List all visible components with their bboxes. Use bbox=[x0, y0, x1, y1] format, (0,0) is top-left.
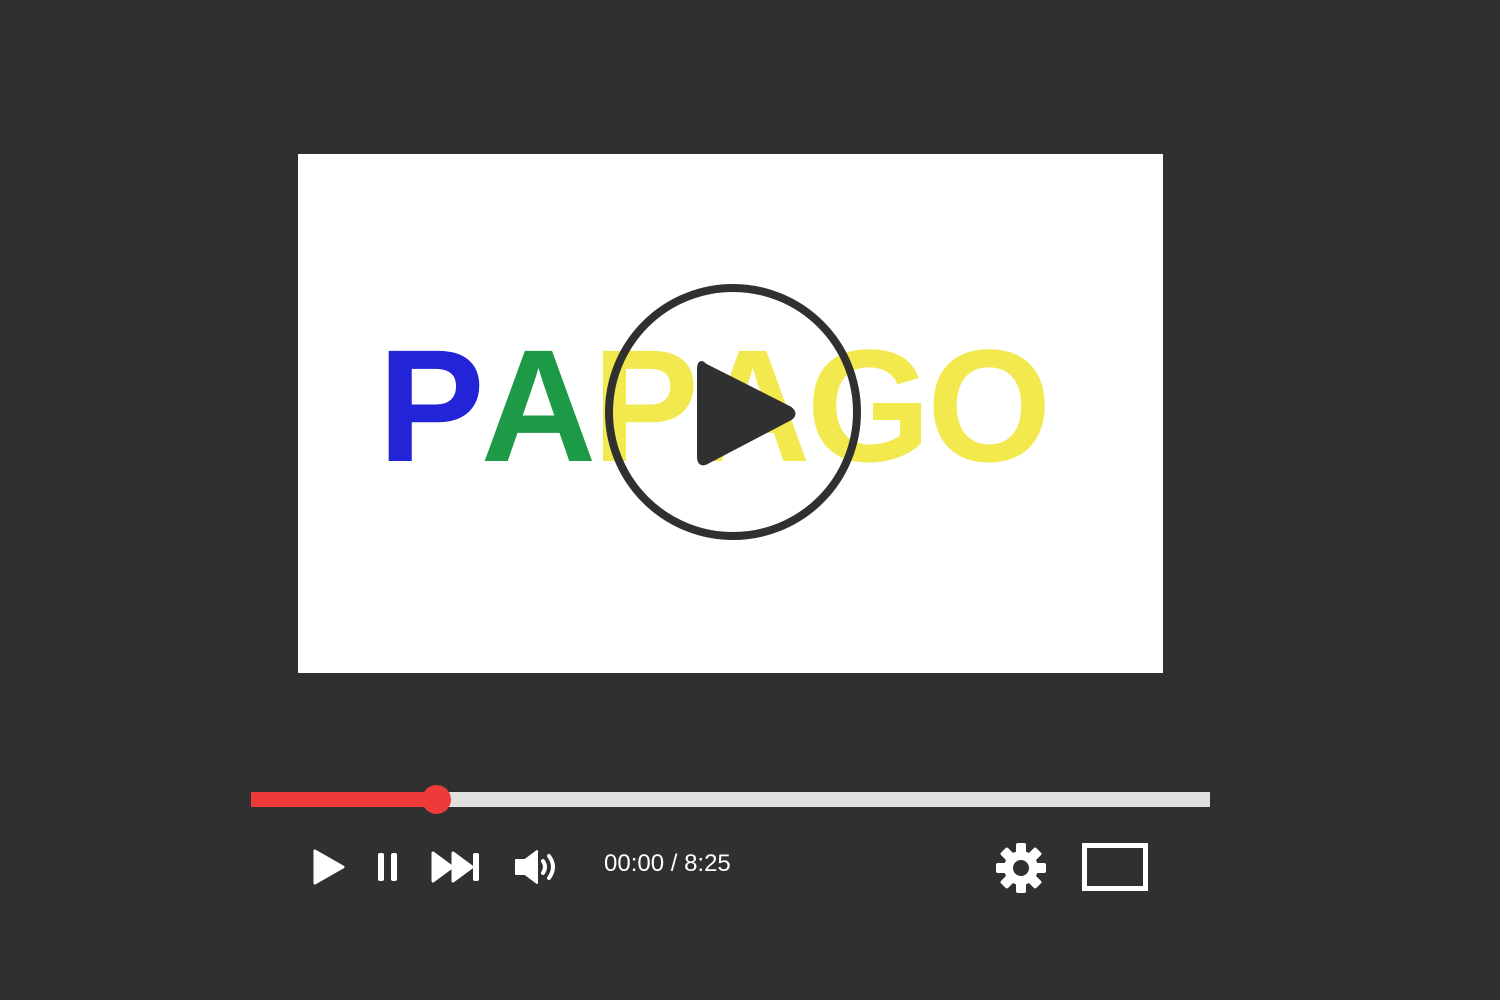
play-icon[interactable] bbox=[312, 848, 346, 886]
play-circle-icon[interactable] bbox=[604, 283, 862, 541]
gear-icon[interactable] bbox=[995, 842, 1047, 894]
volume-icon[interactable] bbox=[514, 848, 564, 886]
logo-letter: O bbox=[926, 316, 1051, 495]
skip-next-icon[interactable] bbox=[430, 850, 482, 884]
time-display: 00:00 / 8:25 bbox=[604, 850, 731, 877]
progress-bar[interactable] bbox=[251, 785, 1210, 814]
pause-icon[interactable] bbox=[376, 851, 400, 883]
progress-fill bbox=[251, 792, 437, 807]
fullscreen-icon[interactable] bbox=[1082, 843, 1148, 891]
logo-letter: P bbox=[378, 316, 485, 495]
progress-handle[interactable] bbox=[422, 785, 452, 814]
logo-letter: A bbox=[480, 316, 597, 495]
video-frame[interactable]: PAPAGO bbox=[298, 154, 1163, 673]
